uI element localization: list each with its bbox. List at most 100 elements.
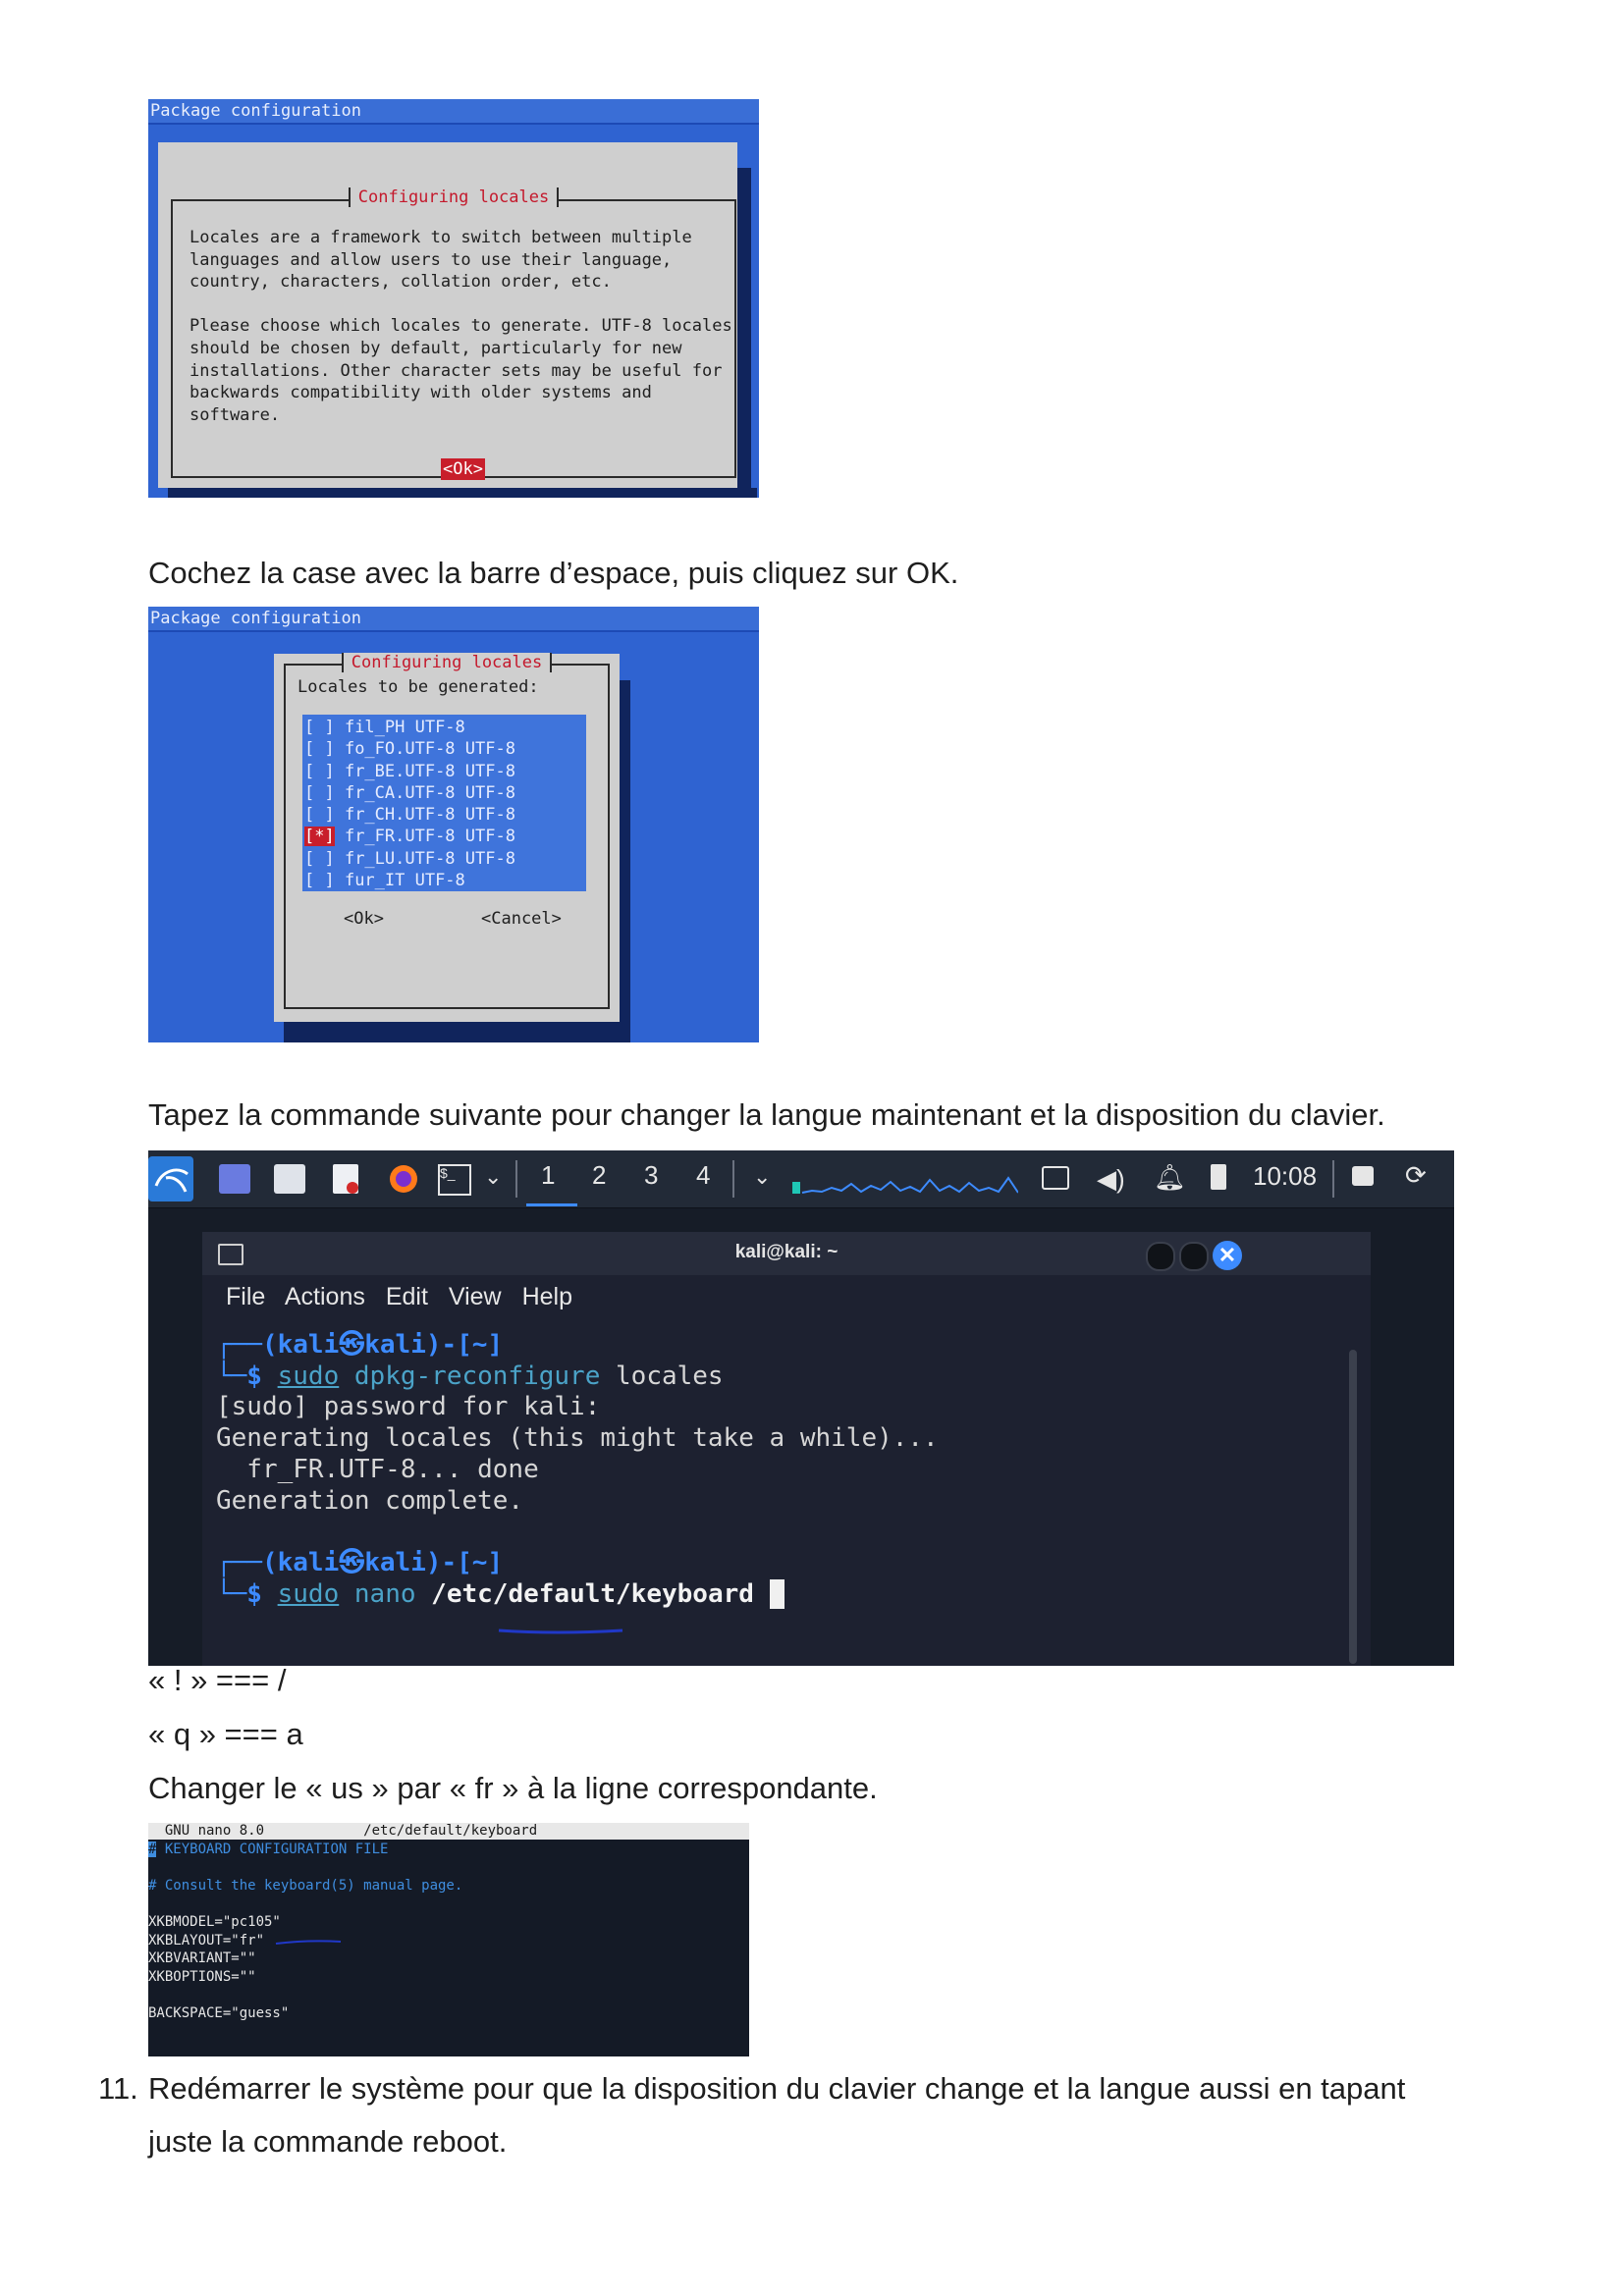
- dialog-text-line: backwards compatibility with older syste…: [189, 383, 652, 403]
- command-name: nano: [339, 1578, 416, 1609]
- lock-icon[interactable]: [1352, 1166, 1374, 1186]
- locale-item[interactable]: [ ] fr_CH.UTF-8 UTF-8: [302, 804, 586, 826]
- locale-checkbox[interactable]: [ ]: [304, 805, 335, 825]
- cancel-button[interactable]: <Cancel>: [481, 909, 562, 929]
- dialog-text: Locales are a framework to switch betwee…: [189, 227, 732, 426]
- logout-icon[interactable]: ⟳: [1405, 1160, 1427, 1191]
- text-editor-icon[interactable]: [333, 1164, 358, 1194]
- network-graph-icon: [792, 1174, 1019, 1194]
- locale-item-selected[interactable]: [*] fr_FR.UTF-8 UTF-8: [302, 826, 586, 847]
- locale-checkbox[interactable]: [ ]: [304, 871, 335, 890]
- terminal-scrollbar[interactable]: [1349, 1350, 1357, 1664]
- menu-file[interactable]: File: [226, 1283, 265, 1310]
- prompt-line: ┌──(kali㉿kali)-[~]: [216, 1547, 504, 1577]
- menu-help[interactable]: Help: [522, 1283, 572, 1310]
- ok-button[interactable]: <Ok>: [344, 909, 384, 929]
- locale-checkbox[interactable]: [ ]: [304, 849, 335, 869]
- locale-label: fo_FO.UTF-8 UTF-8: [334, 739, 515, 760]
- notification-bell-icon[interactable]: 🔔︎: [1154, 1162, 1186, 1193]
- locale-label: fur_IT UTF-8: [334, 871, 465, 891]
- workspace-2[interactable]: 2: [592, 1160, 606, 1191]
- ok-button[interactable]: <Ok>: [441, 458, 485, 480]
- locale-label: fr_LU.UTF-8 UTF-8: [334, 848, 515, 869]
- locale-item[interactable]: [ ] fo_FO.UTF-8 UTF-8: [302, 738, 586, 760]
- file-line: XKBVARIANT="": [148, 1950, 256, 1966]
- dialog-text-line: languages and allow users to use their l…: [189, 249, 673, 270]
- locale-checkbox[interactable]: [ ]: [304, 762, 335, 781]
- prompt-user: (kali㉿kali)-[~]: [261, 1330, 504, 1360]
- panel-separator: [732, 1160, 734, 1198]
- locales-intro-screenshot: Package configuration Configuring locale…: [148, 99, 759, 498]
- dialog-title: Configuring locales: [348, 187, 560, 207]
- menu-view[interactable]: View: [449, 1283, 502, 1310]
- locale-label: fr_BE.UTF-8 UTF-8: [334, 761, 515, 781]
- close-icon[interactable]: ✕: [1213, 1241, 1242, 1270]
- locales-selection-screenshot: Package configuration Configuring locale…: [148, 607, 759, 1042]
- locale-checkbox-checked[interactable]: [*]: [304, 827, 335, 847]
- chevron-down-icon[interactable]: ⌄: [753, 1164, 771, 1190]
- package-configuration-header: Package configuration: [148, 607, 759, 630]
- package-configuration-header: Package configuration: [148, 99, 759, 123]
- battery-icon[interactable]: [1211, 1164, 1226, 1190]
- pen-underline-annotation: [498, 1629, 623, 1634]
- locale-item[interactable]: [ ] fur_IT UTF-8: [302, 870, 586, 891]
- panel-clock[interactable]: 10:08: [1253, 1161, 1317, 1192]
- configuring-locales-dialog: Configuring locales Locales to be genera…: [274, 653, 620, 1022]
- file-line: XKBMODEL="pc105": [148, 1914, 281, 1930]
- network-icon[interactable]: [1042, 1166, 1069, 1190]
- terminal-output[interactable]: ┌──(kali㉿kali)-[~] └─$ sudo dpkg-reconfig…: [216, 1330, 1341, 1610]
- workspace-4[interactable]: 4: [696, 1160, 710, 1191]
- instruction-caption-2: Tapez la commande suivante pour changer …: [148, 1097, 1385, 1132]
- dialog-text-blank: [189, 294, 732, 316]
- terminal-window: kali@kali: ~ ✕ File Actions Edit View He…: [202, 1232, 1371, 1666]
- workspace-3[interactable]: 3: [644, 1160, 658, 1191]
- locale-label: fr_FR.UTF-8 UTF-8: [334, 827, 515, 847]
- workspace-1[interactable]: 1: [541, 1160, 555, 1191]
- file-manager-icon[interactable]: [274, 1164, 305, 1194]
- locale-item[interactable]: [ ] fr_BE.UTF-8 UTF-8: [302, 761, 586, 782]
- dialog-frame: Configuring locales Locales are a framew…: [171, 187, 736, 480]
- firefox-icon[interactable]: [388, 1164, 419, 1194]
- prompt-user: (kali㉿kali)-[~]: [261, 1547, 504, 1577]
- locale-label: fr_CH.UTF-8 UTF-8: [334, 805, 515, 826]
- nano-buffer[interactable]: # KEYBOARD CONFIGURATION FILE # Consult …: [148, 1841, 462, 2022]
- menu-actions[interactable]: Actions: [285, 1283, 365, 1310]
- pen-underline-annotation: [275, 1940, 342, 1945]
- step-number-11: 11.: [98, 2071, 138, 2106]
- menu-edit[interactable]: Edit: [386, 1283, 428, 1310]
- dialog-text-line: should be chosen by default, particularl…: [189, 338, 682, 358]
- top-panel: $_ ⌄ 1 2 3 4 ⌄ ◀) 🔔︎ 10:08 ⟳: [148, 1150, 1454, 1208]
- panel-separator: [1332, 1160, 1334, 1198]
- locale-item[interactable]: [ ] fil_PH UTF-8: [302, 717, 586, 738]
- chevron-down-icon[interactable]: ⌄: [484, 1164, 502, 1190]
- dialog-text-line: country, characters, collation order, et…: [189, 272, 612, 293]
- locale-checkbox[interactable]: [ ]: [304, 718, 335, 737]
- show-desktop-icon[interactable]: [219, 1164, 250, 1194]
- command-arg: locales: [600, 1361, 724, 1391]
- step-11-text-line-2: juste la commande reboot.: [148, 2124, 508, 2159]
- terminal-titlebar: kali@kali: ~ ✕: [202, 1232, 1371, 1275]
- maximize-button[interactable]: [1179, 1242, 1209, 1271]
- instruction-caption-1: Cochez la case avec la barre d’espace, p…: [148, 556, 959, 590]
- dialog-frame: Configuring locales Locales to be genera…: [284, 653, 610, 1009]
- file-line: # Consult the keyboard(5) manual page.: [148, 1878, 463, 1894]
- nano-editor-screenshot: GNU nano 8.0 /etc/default/keyboard # KEY…: [148, 1823, 749, 2056]
- locale-item[interactable]: [ ] fr_LU.UTF-8 UTF-8: [302, 848, 586, 870]
- kali-menu-icon[interactable]: [148, 1156, 193, 1201]
- locale-item[interactable]: [ ] fr_CA.UTF-8 UTF-8: [302, 782, 586, 804]
- output-line: Generation complete.: [216, 1485, 524, 1516]
- minimize-button[interactable]: [1146, 1242, 1175, 1271]
- command-name: dpkg-reconfigure: [339, 1361, 601, 1391]
- file-line: XKBOPTIONS="": [148, 1968, 256, 1985]
- terminal-launcher-icon[interactable]: $_: [438, 1164, 471, 1196]
- locale-checkbox[interactable]: [ ]: [304, 783, 335, 803]
- locale-checkbox[interactable]: [ ]: [304, 739, 335, 759]
- dialog-text-line: Locales are a framework to switch betwee…: [189, 228, 692, 247]
- prompt-line: ┌──(kali㉿kali)-[~]: [216, 1330, 504, 1360]
- dialog-shadow: [737, 168, 751, 498]
- dialog-text-line: Please choose which locales to generate.…: [189, 316, 732, 337]
- volume-icon[interactable]: ◀): [1097, 1164, 1125, 1195]
- output-line: [sudo] password for kali:: [216, 1392, 601, 1422]
